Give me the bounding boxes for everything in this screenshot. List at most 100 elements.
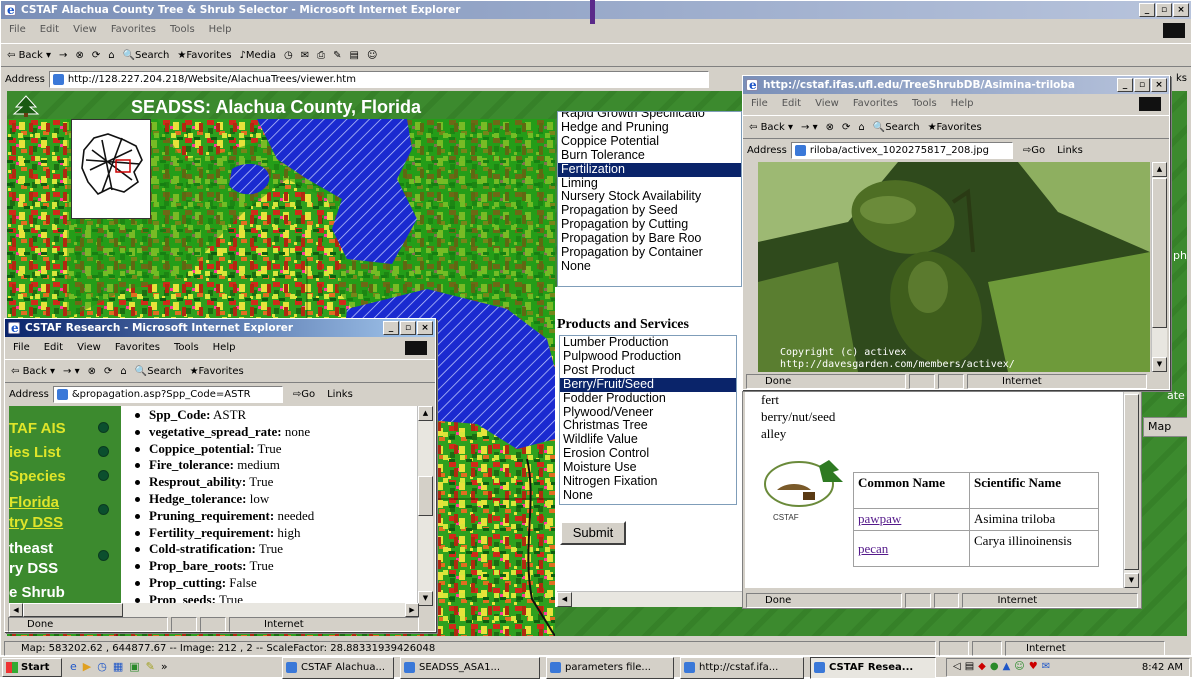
taskbar-button-active[interactable]: CSTAF Resea... [810,657,936,679]
product-item[interactable]: Nitrogen Fixation [560,475,736,489]
attribute-item[interactable]: Propagation by Seed [558,204,741,218]
media-button[interactable]: ♪Media [240,50,276,61]
product-item[interactable]: Fodder Production [560,392,736,406]
menu-file[interactable]: File [13,339,30,357]
stop-icon[interactable]: ⊗ [88,366,96,377]
attribute-item[interactable]: Propagation by Container [558,246,741,260]
taskbar-button[interactable]: parameters file... [546,657,674,679]
refresh-icon[interactable]: ⟳ [104,366,112,377]
attribute-item[interactable]: Propagation by Cutting [558,218,741,232]
print-icon[interactable]: ⎙ [317,50,325,61]
menu-view[interactable]: View [815,95,839,113]
favorites-button[interactable]: ★Favorites [177,50,231,61]
attribute-item-selected[interactable]: Fertilization [558,162,741,177]
ie-quicklaunch-icon[interactable]: e [70,660,77,673]
nav-link[interactable]: TAF AIS [9,420,66,437]
more-icon[interactable]: » [161,660,168,673]
minimize-button[interactable]: _ [1117,78,1133,92]
address-input[interactable]: http://128.227.204.218/Website/AlachuaTr… [48,70,709,88]
nav-link[interactable]: theast [9,540,53,557]
update-icon[interactable]: ● [990,661,999,672]
menu-help[interactable]: Help [209,21,232,39]
attribute-listbox[interactable]: Rapid Growth Specificatio Hedge and Prun… [557,111,742,287]
product-item[interactable]: Wildlife Value [560,433,736,447]
shield-icon[interactable]: ▲ [1003,661,1011,672]
tray-icons[interactable]: ◁ ▤ ◆ ● ▲ ☺ ♥ ✉ [953,661,1050,672]
back-button[interactable]: ⇦ Back ▾ [11,366,55,377]
search-button[interactable]: 🔍Search [873,122,920,133]
attribute-item[interactable]: Coppice Potential [558,135,741,149]
address-input[interactable]: riloba/activex_1020275817_208.jpg [790,141,1013,159]
stop-icon[interactable]: ⊗ [75,50,83,61]
address-input[interactable]: &propagation.asp?Spp_Code=ASTR [52,385,283,403]
product-item[interactable]: Lumber Production [560,336,736,350]
edit-icon[interactable]: ✎ [333,50,341,61]
attribute-item[interactable]: Hedge and Pruning [558,121,741,135]
menu-file[interactable]: File [751,95,768,113]
menu-edit[interactable]: Edit [782,95,801,113]
start-button[interactable]: Start [2,658,62,677]
menu-favorites[interactable]: Favorites [111,21,156,39]
nav-link[interactable]: ry DSS [9,560,58,577]
product-item[interactable]: Post Product [560,364,736,378]
product-item[interactable]: Christmas Tree [560,419,736,433]
security-icon[interactable]: ♥ [1029,661,1038,672]
favorites-button[interactable]: ★Favorites [928,122,982,133]
calendar-icon[interactable]: ▦ [113,660,123,673]
research-vscrollbar[interactable]: ▲ ▼ [417,406,433,606]
nav-link[interactable]: e Shrub [9,584,65,601]
close-button[interactable]: × [417,321,433,335]
antivirus-icon[interactable]: ◆ [978,661,986,672]
chat-icon[interactable]: ✉ [1042,661,1050,672]
taskbar-button[interactable]: SEADSS_ASA1... [400,657,540,679]
product-item[interactable]: Plywood/Veneer [560,406,736,420]
submit-button[interactable]: Submit [560,521,626,545]
common-name-link[interactable]: pecan [858,541,888,556]
forward-button[interactable]: → ▾ [63,366,80,377]
network-icon[interactable]: ▤ [965,661,974,672]
menu-tools[interactable]: Tools [912,95,937,113]
links-button[interactable]: Links [327,389,353,400]
product-item[interactable]: Erosion Control [560,447,736,461]
menu-edit[interactable]: Edit [44,339,63,357]
attribute-item[interactable]: None [558,260,741,274]
close-button[interactable]: × [1173,3,1189,17]
search-button[interactable]: 🔍Search [135,366,182,377]
nav-link[interactable]: try DSS [9,514,63,531]
links-button[interactable]: Links [1057,145,1083,156]
product-item-selected[interactable]: Berry/Fruit/Seed [560,377,736,392]
menu-view[interactable]: View [77,339,101,357]
page-hscrollbar[interactable]: ◀ [557,591,745,607]
maximize-button[interactable]: ▫ [400,321,416,335]
pencil-icon[interactable]: ✎ [146,660,155,673]
product-item[interactable]: Pulpwood Production [560,350,736,364]
refresh-icon[interactable]: ⟳ [92,50,100,61]
results-vscrollbar[interactable]: ▼ [1123,392,1139,588]
home-icon[interactable]: ⌂ [108,50,114,61]
product-item[interactable]: None [560,489,736,503]
menu-favorites[interactable]: Favorites [853,95,898,113]
history-icon[interactable]: ◷ [284,50,293,61]
home-icon[interactable]: ⌂ [120,366,126,377]
attribute-item[interactable]: Liming [558,177,741,191]
menu-help[interactable]: Help [213,339,236,357]
forward-button[interactable]: → ▾ [801,122,818,133]
products-listbox[interactable]: Lumber Production Pulpwood Production Po… [559,335,737,505]
menu-help[interactable]: Help [951,95,974,113]
menu-edit[interactable]: Edit [40,21,59,39]
minimize-button[interactable]: _ [1139,3,1155,17]
maximize-button[interactable]: ▫ [1134,78,1150,92]
messenger-icon[interactable]: ☺ [367,50,377,61]
attribute-item[interactable]: Nursery Stock Availability [558,190,741,204]
attribute-item[interactable]: Rapid Growth Specificatio [558,112,741,121]
taskbar-button[interactable]: http://cstaf.ifa... [680,657,804,679]
links-partial[interactable]: ks [1176,73,1187,84]
speaker-icon[interactable]: ◁ [953,661,961,672]
menu-favorites[interactable]: Favorites [115,339,160,357]
nav-link[interactable]: ies List [9,444,61,461]
common-name-link[interactable]: pawpaw [858,511,901,526]
back-button[interactable]: ⇦ Back ▾ [749,122,793,133]
outlook-icon[interactable]: ▶ [83,660,91,673]
menu-view[interactable]: View [73,21,97,39]
messenger-icon[interactable]: ☺ [1014,661,1024,672]
